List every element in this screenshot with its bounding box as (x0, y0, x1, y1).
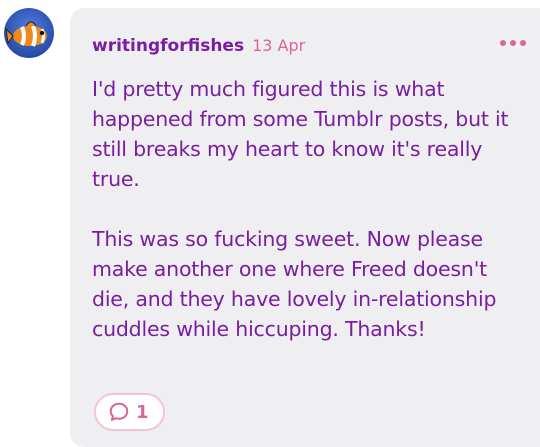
more-options-icon[interactable] (500, 40, 526, 46)
dot (520, 40, 526, 46)
dot (510, 40, 516, 46)
reply-button[interactable]: 1 (94, 393, 165, 431)
avatar[interactable] (4, 8, 54, 58)
dot (500, 40, 506, 46)
comment-card: writingforfishes 13 Apr I'd pretty much … (70, 8, 540, 447)
comment-body: I'd pretty much figured this is what hap… (92, 74, 512, 344)
author-name[interactable]: writingforfishes (92, 36, 244, 56)
reply-count: 1 (136, 401, 149, 423)
speech-bubble-icon (109, 402, 129, 421)
clownfish-avatar-image (4, 8, 54, 58)
comment-paragraph: This was so fucking sweet. Now please ma… (92, 227, 497, 341)
comment-header: writingforfishes 13 Apr (92, 36, 305, 56)
comment-date[interactable]: 13 Apr (252, 36, 305, 55)
comment-paragraph: I'd pretty much figured this is what hap… (92, 77, 509, 191)
